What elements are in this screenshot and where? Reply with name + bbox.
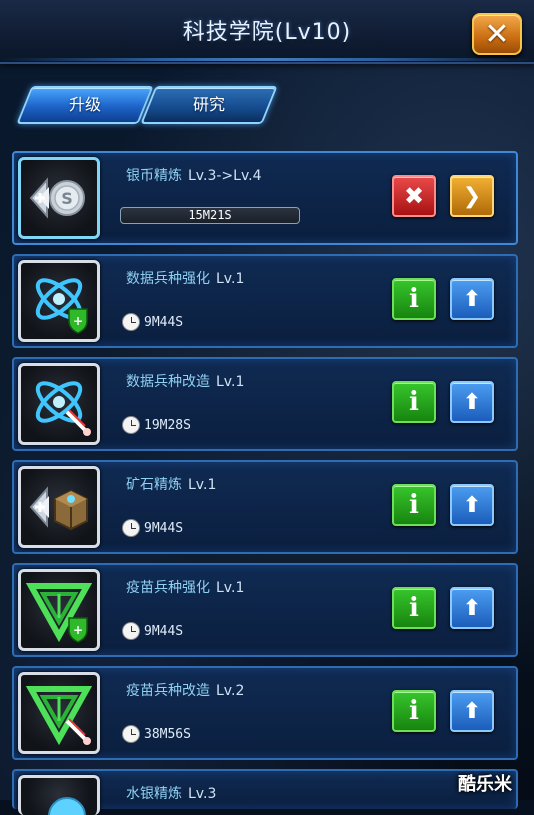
upgrade-button[interactable]: ⬆ bbox=[450, 587, 494, 629]
item-name: 银币精炼 Lv.3->Lv.4 bbox=[126, 165, 262, 185]
data-unit-enhance-icon: + bbox=[18, 260, 100, 342]
svg-text:+: + bbox=[73, 314, 83, 328]
tab-upgrade-label: 升级 bbox=[68, 95, 101, 114]
research-item-vaccine-enhance: + 疫苗兵种强化 Lv.1 9M44S i ⬆ bbox=[12, 563, 518, 657]
silver-coin-refine-icon: S bbox=[18, 157, 100, 239]
cancel-button[interactable]: ✖ bbox=[392, 175, 436, 217]
mercury-refine-icon bbox=[18, 775, 100, 815]
clock-icon bbox=[122, 725, 140, 743]
research-time: 38M56S bbox=[122, 725, 191, 743]
upgrade-button[interactable]: ⬆ bbox=[450, 690, 494, 732]
clock-icon bbox=[122, 416, 140, 434]
item-name: 数据兵种强化 Lv.1 bbox=[126, 268, 244, 288]
vaccine-unit-modify-icon bbox=[18, 672, 100, 754]
close-button[interactable]: ✕ bbox=[472, 13, 522, 55]
upgrade-button[interactable]: ⬆ bbox=[450, 484, 494, 526]
research-item-mercury-refine: 水银精炼 Lv.3 bbox=[12, 769, 518, 815]
time-value: 9M44S bbox=[144, 314, 184, 330]
item-name: 数据兵种改造 Lv.1 bbox=[126, 371, 244, 391]
time-value: 9M44S bbox=[144, 623, 184, 639]
header-bar: 科技学院(Lv10) ✕ bbox=[0, 0, 534, 64]
item-level: Lv.1 bbox=[216, 374, 245, 390]
clock-icon bbox=[122, 313, 140, 331]
item-name: 水银精炼 Lv.3 bbox=[126, 783, 216, 803]
header-trim bbox=[0, 58, 534, 61]
item-level: Lv.2 bbox=[216, 683, 245, 699]
item-title: 银币精炼 bbox=[126, 168, 182, 184]
info-button[interactable]: i bbox=[392, 484, 436, 526]
upgrade-button[interactable]: ⬆ bbox=[450, 278, 494, 320]
clock-icon bbox=[122, 622, 140, 640]
research-time: 9M44S bbox=[122, 622, 183, 640]
research-item-silver-refine: S 银币精炼 Lv.3->Lv.4 15M21S ✖ ❯ bbox=[12, 151, 518, 245]
item-title: 疫苗兵种改造 bbox=[126, 683, 210, 699]
time-value: 38M56S bbox=[144, 726, 191, 742]
tab-research-label: 研究 bbox=[192, 95, 225, 114]
research-progress-bar: 15M21S bbox=[120, 207, 300, 224]
research-item-data-enhance: + 数据兵种强化 Lv.1 9M44S i ⬆ bbox=[12, 254, 518, 348]
upgrade-button[interactable]: ⬆ bbox=[450, 381, 494, 423]
progress-time: 15M21S bbox=[188, 208, 232, 222]
item-title: 数据兵种改造 bbox=[126, 374, 210, 390]
research-item-data-modify: 数据兵种改造 Lv.1 19M28S i ⬆ bbox=[12, 357, 518, 451]
item-name: 疫苗兵种强化 Lv.1 bbox=[126, 577, 244, 597]
ore-refine-icon bbox=[18, 466, 100, 548]
item-level: Lv.1 bbox=[188, 477, 217, 493]
item-title: 疫苗兵种强化 bbox=[126, 580, 210, 596]
research-time: 9M44S bbox=[122, 313, 183, 331]
time-value: 19M28S bbox=[144, 417, 191, 433]
info-button[interactable]: i bbox=[392, 278, 436, 320]
item-level: Lv.1 bbox=[216, 580, 245, 596]
research-time: 9M44S bbox=[122, 519, 183, 537]
tab-research[interactable]: 研究 bbox=[140, 86, 278, 124]
info-button[interactable]: i bbox=[392, 587, 436, 629]
time-value: 9M44S bbox=[144, 520, 184, 536]
svg-text:+: + bbox=[73, 623, 83, 637]
research-item-ore-refine: 矿石精炼 Lv.1 9M44S i ⬆ bbox=[12, 460, 518, 554]
info-button[interactable]: i bbox=[392, 381, 436, 423]
item-name: 矿石精炼 Lv.1 bbox=[126, 474, 216, 494]
speed-up-button[interactable]: ❯ bbox=[450, 175, 494, 217]
tab-upgrade[interactable]: 升级 bbox=[16, 86, 154, 124]
watermark-text: 酷乐米 bbox=[458, 774, 512, 795]
item-name: 疫苗兵种改造 Lv.2 bbox=[126, 680, 244, 700]
item-level: Lv.3->Lv.4 bbox=[188, 168, 262, 184]
svg-text:S: S bbox=[61, 189, 73, 208]
page-title: 科技学院(Lv10) bbox=[182, 20, 352, 45]
item-level: Lv.1 bbox=[216, 271, 245, 287]
research-time: 19M28S bbox=[122, 416, 191, 434]
info-button[interactable]: i bbox=[392, 690, 436, 732]
item-title: 数据兵种强化 bbox=[126, 271, 210, 287]
item-title: 矿石精炼 bbox=[126, 477, 182, 493]
vaccine-unit-enhance-icon: + bbox=[18, 569, 100, 651]
research-item-vaccine-modify: 疫苗兵种改造 Lv.2 38M56S i ⬆ bbox=[12, 666, 518, 760]
clock-icon bbox=[122, 519, 140, 537]
data-unit-modify-icon bbox=[18, 363, 100, 445]
